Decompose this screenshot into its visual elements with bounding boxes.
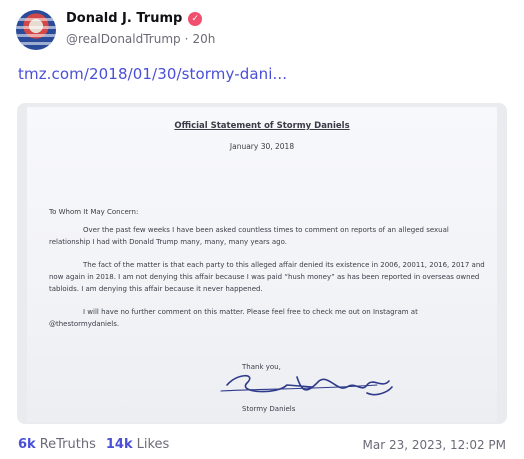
retruths-count: 6k	[18, 437, 36, 452]
avatar-stripe	[16, 34, 56, 37]
document-paragraph: I will have no further comment on this m…	[49, 308, 418, 328]
post-footer: 6k ReTruths 14k Likes Mar 23, 2023, 12:0…	[18, 437, 506, 452]
document-title: Official Statement of Stormy Daniels	[174, 121, 350, 131]
avatar-stripe	[16, 42, 56, 45]
post-age[interactable]: 20h	[192, 32, 215, 46]
document-paragraph: Over the past few weeks I have been aske…	[49, 226, 449, 246]
post-link[interactable]: tmz.com/2018/01/30/stormy-dani...	[18, 65, 287, 83]
document-signer: Stormy Daniels	[242, 405, 296, 413]
likes-count: 14k	[105, 437, 133, 452]
document-paragraph: The fact of the matter is that each part…	[49, 261, 485, 293]
statement-document: Official Statement of Stormy Daniels Jan…	[27, 107, 497, 422]
document-date: January 30, 2018	[229, 142, 295, 151]
avatar-stripe	[16, 26, 56, 29]
post-media-image[interactable]: Official Statement of Stormy Daniels Jan…	[17, 103, 507, 424]
author-display-name[interactable]: Donald J. Trump	[66, 11, 182, 26]
document-salutation: To Whom It May Concern:	[49, 208, 139, 216]
avatar[interactable]	[16, 10, 56, 50]
handwritten-signature	[220, 374, 393, 396]
verified-badge-icon: ✓	[188, 11, 203, 26]
post-timestamp: Mar 23, 2023, 12:02 PM	[362, 437, 506, 452]
retruths-label: ReTruths	[39, 437, 96, 452]
avatar-stripe	[16, 18, 56, 21]
author-handle[interactable]: @realDonaldTrump	[66, 32, 181, 46]
author-name-row: Donald J. Trump ✓	[66, 11, 203, 26]
likes-label: Likes	[136, 437, 170, 452]
retruths-stat[interactable]: 6k ReTruths	[18, 437, 96, 452]
meta-separator: ·	[184, 32, 189, 46]
likes-stat[interactable]: 14k Likes	[106, 437, 169, 452]
author-meta: @realDonaldTrump · 20h	[66, 32, 215, 46]
